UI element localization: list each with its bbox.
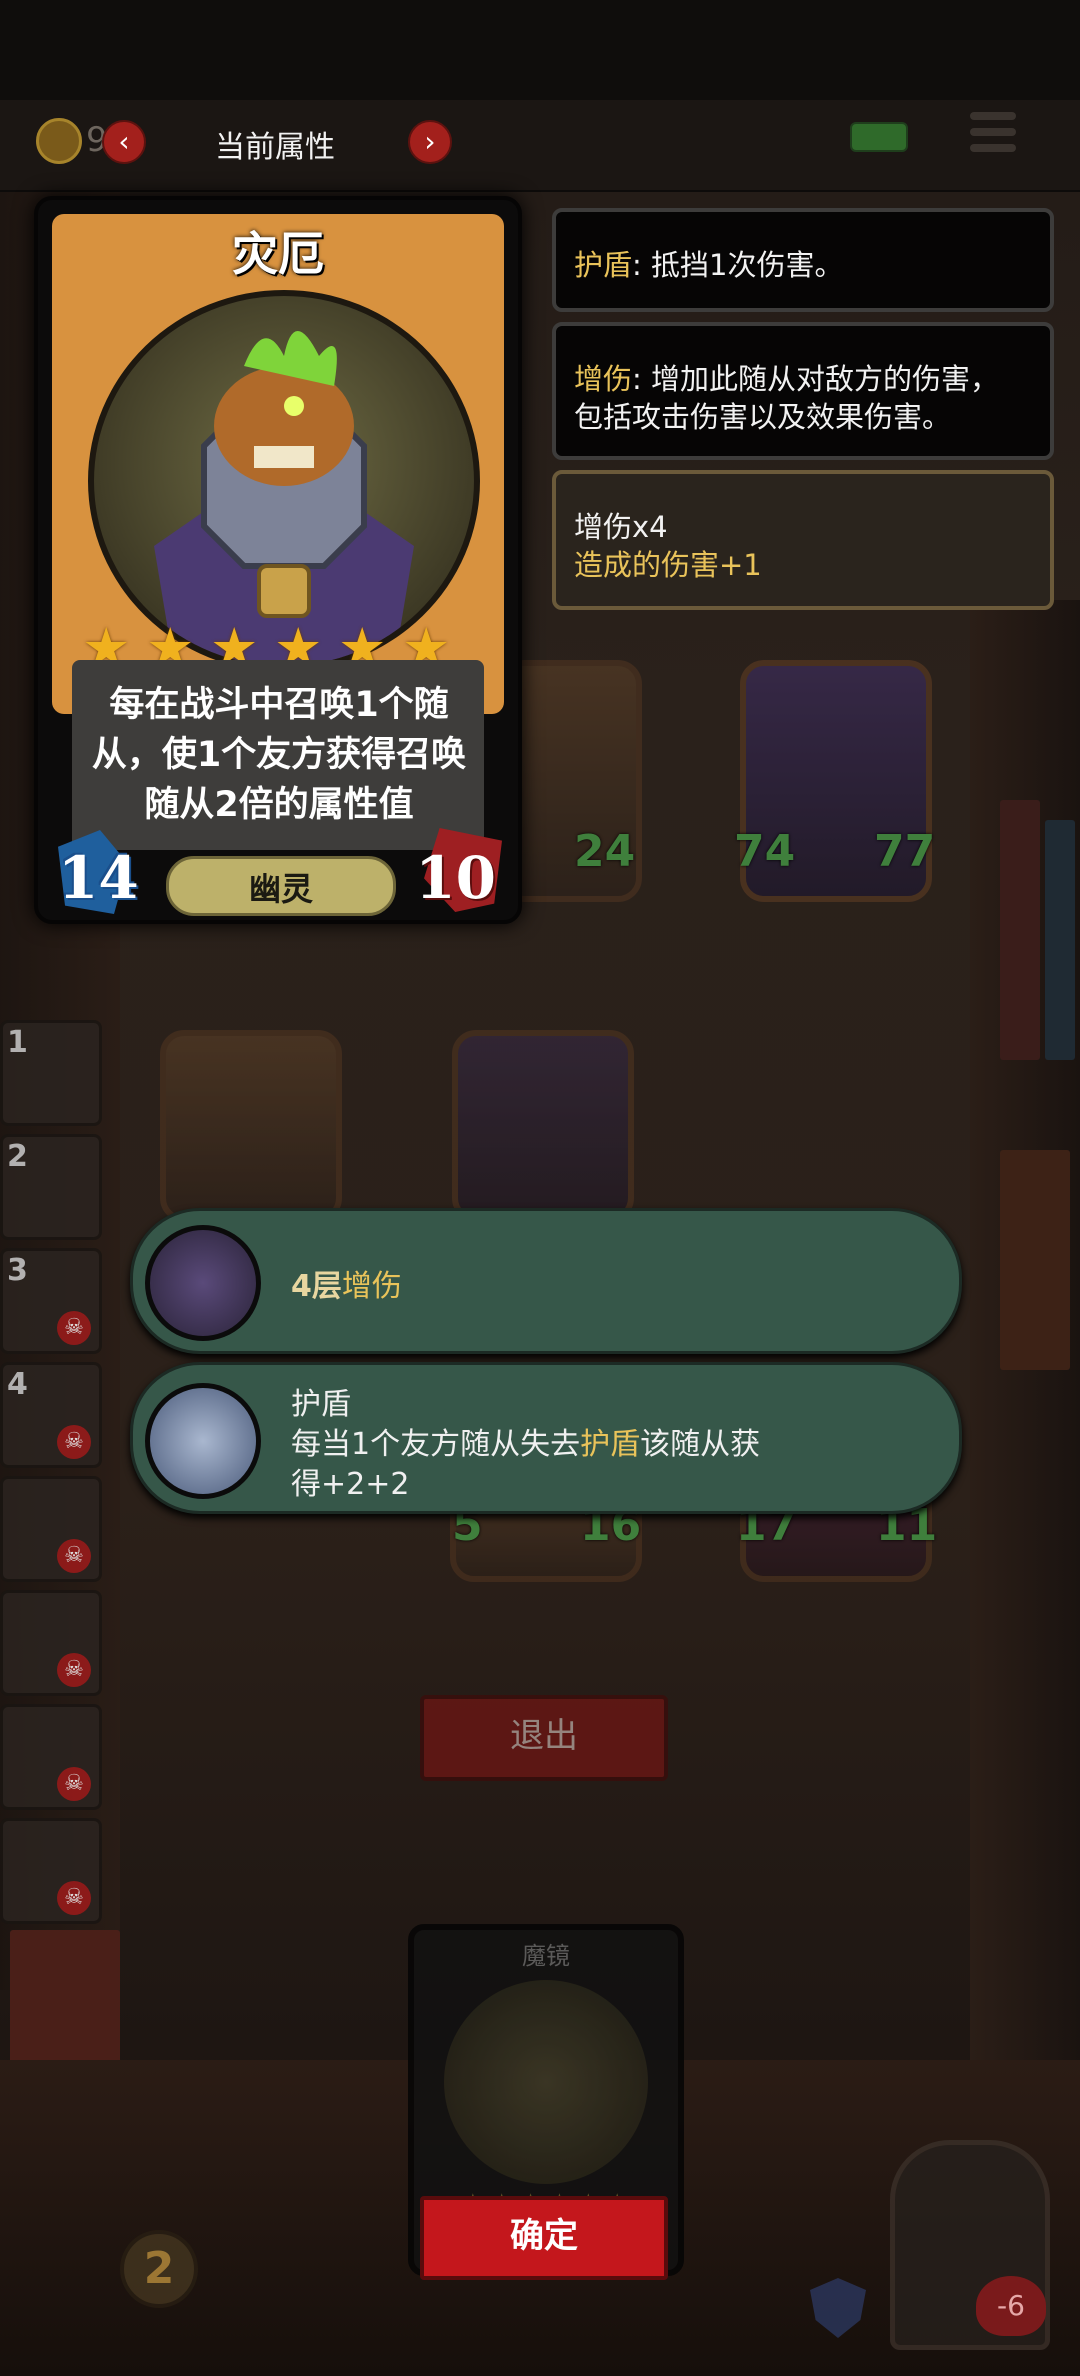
next-button[interactable]: › — [408, 120, 452, 164]
shield-orb-icon — [145, 1383, 261, 1499]
buff-title: 增伤x4 — [574, 510, 668, 544]
effect-keyword: 增伤 — [341, 1269, 402, 1304]
hand-card-label: 魔镜 — [522, 1942, 570, 1970]
info-text: : 抵挡1次伤害。 — [632, 248, 844, 282]
book-decoration — [1000, 1150, 1070, 1370]
effect-text: 该随从获 — [640, 1427, 761, 1462]
roster-slot[interactable]: 3 ☠ — [0, 1248, 102, 1354]
card-tribe: 幽灵 — [248, 870, 313, 908]
hand-card-portrait — [444, 1980, 648, 2184]
roster-number: 3 — [7, 1253, 28, 1288]
board-card[interactable] — [452, 1030, 634, 1222]
battery-icon — [850, 122, 908, 152]
roster-number: 4 — [7, 1367, 28, 1402]
exit-button[interactable]: 退出 — [420, 1695, 668, 1781]
skull-icon: ☠ — [57, 1539, 91, 1573]
selected-card[interactable]: 灾厄 ★ ★ ★ ★ ★ ★ 每在战斗中召唤1个随从，使1个友方获得召唤随从2倍的属性值 … — [34, 196, 522, 924]
info-box-shield: 护盾: 抵挡1次伤害。 — [552, 208, 1054, 312]
board-stat-attack: 74 — [734, 826, 796, 877]
chevron-right-icon: › — [424, 125, 436, 158]
keyword-shield: 护盾 — [574, 248, 633, 282]
card-portrait — [88, 290, 480, 672]
card-name: 灾厄 — [232, 227, 324, 281]
info-box-damage-boost: 增伤: 增加此随从对敌方的伤害， 包括攻击伤害以及效果伤害。 — [552, 322, 1054, 460]
roster-slot[interactable]: ☠ — [0, 1590, 102, 1696]
effect-text: 每当1个友方随从失去 — [291, 1427, 581, 1462]
board-stat-health: 77 — [874, 826, 936, 877]
keyword-damage-boost: 增伤 — [574, 362, 633, 396]
effect-title: 护盾 — [291, 1387, 351, 1422]
book-decoration — [1045, 820, 1075, 1060]
roster-number: 1 — [7, 1025, 28, 1060]
minion-art — [154, 331, 414, 666]
card-attack: 14 — [58, 844, 139, 912]
effect-stack: 4层 — [291, 1269, 342, 1304]
skull-icon: ☠ — [57, 1881, 91, 1915]
board-stat-health: 24 — [574, 826, 636, 877]
effect-keyword: 护盾 — [580, 1427, 641, 1462]
roster-slot[interactable]: 2 — [0, 1134, 102, 1240]
skull-icon: ☠ — [57, 1653, 91, 1687]
skull-icon: ☠ — [57, 1425, 91, 1459]
skull-icon: ☠ — [57, 1767, 91, 1801]
roster-slot[interactable]: ☠ — [0, 1818, 102, 1924]
roster-slot[interactable]: 4 ☠ — [0, 1362, 102, 1468]
effect-text: 得+2+2 — [291, 1467, 410, 1502]
menu-icon[interactable] — [970, 112, 1016, 158]
card-description: 每在战斗中召唤1个随从，使1个友方获得召唤随从2倍的属性值 — [91, 685, 467, 825]
claw-icon — [145, 1225, 261, 1341]
info-text: 包括攻击伤害以及效果伤害。 — [574, 400, 952, 434]
skull-icon: ☠ — [57, 1311, 91, 1345]
page-title: 当前属性 — [215, 130, 335, 165]
book-decoration — [10, 1930, 120, 2070]
book-decoration — [1000, 800, 1040, 1060]
hero-health: -6 — [976, 2276, 1046, 2336]
roster-slot[interactable]: ☠ — [0, 1476, 102, 1582]
buff-text: 造成的伤害+1 — [574, 548, 762, 582]
tavern-level[interactable]: 2 — [120, 2230, 198, 2308]
confirm-button[interactable]: 确定 — [420, 2196, 668, 2280]
effect-panel-shield: 护盾 每当1个友方随从失去护盾该随从获 得+2+2 — [130, 1362, 962, 1514]
info-text: : 增加此随从对敌方的伤害， — [632, 362, 1000, 396]
roster-slot[interactable]: 1 — [0, 1020, 102, 1126]
roster-number: 2 — [7, 1139, 28, 1174]
roster-slot[interactable]: ☠ — [0, 1704, 102, 1810]
card-health: 10 — [415, 844, 496, 912]
effect-panel-damage-boost: 4层增伤 — [130, 1208, 962, 1354]
info-box-buff: 增伤x4 造成的伤害+1 — [552, 470, 1054, 610]
board-card[interactable] — [160, 1030, 342, 1222]
